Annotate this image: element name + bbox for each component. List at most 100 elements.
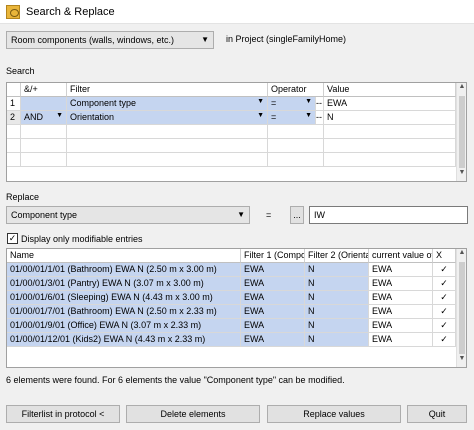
results-row-6-filter2: N: [305, 333, 369, 347]
replace-section-label: Replace: [6, 192, 40, 202]
empty-cell: [7, 125, 21, 139]
results-row-4-check[interactable]: ✓: [433, 305, 456, 319]
search-row-2-filter[interactable]: Orientation ▼: [67, 111, 268, 125]
results-row-5-name[interactable]: 01/00/01/9/01 (Office) EWA N (3.07 m x 2…: [7, 319, 241, 333]
results-row-3-name[interactable]: 01/00/01/6/01 (Sleeping) EWA N (4.43 m x…: [7, 291, 241, 305]
search-row-2-filter-text: Orientation: [70, 112, 115, 122]
chevron-down-icon: ▼: [201, 35, 209, 44]
results-row-6-name[interactable]: 01/00/01/12/01 (Kids2) EWA N (4.43 m x 2…: [7, 333, 241, 347]
results-row-1-name[interactable]: 01/00/01/1/01 (Bathroom) EWA N (2.50 m x…: [7, 263, 241, 277]
search-row-2-operator-text: =: [271, 112, 277, 122]
results-row-4-name[interactable]: 01/00/01/7/01 (Bathroom) EWA N (2.50 m x…: [7, 305, 241, 319]
results-grid: Name Filter 1 (Compon Filter 2 (Orientat…: [6, 248, 467, 368]
search-col-filter: Filter: [67, 83, 268, 97]
replace-equals-label: =: [266, 210, 272, 220]
results-col-current: current value of: [369, 249, 433, 263]
search-row-1-filter[interactable]: Component type ▼: [67, 97, 268, 111]
results-row-5-current: EWA: [369, 319, 433, 333]
search-row-1-operator-text: =: [271, 98, 277, 108]
results-row-1-filter2: N: [305, 263, 369, 277]
results-row-2-name[interactable]: 01/00/01/3/01 (Pantry) EWA N (3.07 m x 3…: [7, 277, 241, 291]
empty-cell: [268, 139, 324, 153]
scroll-thumb[interactable]: [459, 262, 465, 354]
search-col-andor: &/+: [21, 83, 67, 97]
search-row-2-dash: --: [316, 111, 324, 125]
empty-cell: [7, 153, 21, 167]
modifiable-only-checkbox[interactable]: ✓: [7, 233, 18, 244]
replace-values-button[interactable]: Replace values: [267, 405, 401, 423]
modifiable-only-label: Display only modifiable entries: [21, 234, 143, 244]
search-grid-scrollbar[interactable]: ▲ ▼: [456, 83, 466, 181]
component-category-value: Room components (walls, windows, etc.): [11, 35, 175, 45]
results-row-4-current: EWA: [369, 305, 433, 319]
empty-cell: [324, 139, 456, 153]
search-row-1-value[interactable]: EWA: [324, 97, 456, 111]
search-row-2-andor-text: AND: [24, 112, 44, 122]
scroll-down-icon[interactable]: ▼: [457, 169, 466, 181]
window-title: Search & Replace: [26, 6, 115, 18]
status-message: 6 elements were found. For 6 elements th…: [6, 375, 345, 385]
browse-value-button[interactable]: ...: [290, 206, 304, 224]
empty-cell: [324, 125, 456, 139]
quit-button[interactable]: Quit: [407, 405, 467, 423]
search-row-2-andor[interactable]: AND ▼: [21, 111, 67, 125]
results-row-1-check[interactable]: ✓: [433, 263, 456, 277]
search-col-rownum: [7, 83, 21, 97]
results-row-5-filter1: EWA: [241, 319, 305, 333]
empty-cell: [324, 153, 456, 167]
scroll-up-icon[interactable]: ▲: [457, 249, 466, 261]
results-row-5-filter2: N: [305, 319, 369, 333]
empty-cell: [67, 153, 268, 167]
scroll-thumb[interactable]: [459, 96, 465, 168]
delete-elements-button[interactable]: Delete elements: [126, 405, 260, 423]
scope-label: in Project (singleFamilyHome): [226, 34, 347, 44]
empty-cell: [67, 125, 268, 139]
filterlist-protocol-button[interactable]: Filterlist in protocol <: [6, 405, 120, 423]
replace-value-input[interactable]: IW: [309, 206, 468, 224]
component-category-select[interactable]: Room components (walls, windows, etc.) ▼: [6, 31, 214, 49]
results-col-filter2: Filter 2 (Orientat: [305, 249, 369, 263]
search-row-2-num: 2: [7, 111, 21, 125]
search-row-1-num: 1: [7, 97, 21, 111]
search-row-2-operator[interactable]: = ▼: [268, 111, 316, 125]
scroll-down-icon[interactable]: ▼: [457, 355, 466, 367]
results-row-6-filter1: EWA: [241, 333, 305, 347]
empty-cell: [21, 125, 67, 139]
results-col-x: X: [433, 249, 456, 263]
search-row-2-value[interactable]: N: [324, 111, 456, 125]
search-col-value: Value: [324, 83, 456, 97]
replace-field-select[interactable]: Component type ▼: [6, 206, 250, 224]
results-col-filter1: Filter 1 (Compon: [241, 249, 305, 263]
empty-cell: [21, 139, 67, 153]
search-col-operator: Operator: [268, 83, 324, 97]
results-col-name: Name: [7, 249, 241, 263]
empty-cell: [7, 139, 21, 153]
search-section-label: Search: [6, 66, 35, 76]
results-row-2-check[interactable]: ✓: [433, 277, 456, 291]
title-bar: Search & Replace: [0, 0, 474, 24]
results-row-3-filter1: EWA: [241, 291, 305, 305]
results-row-3-check[interactable]: ✓: [433, 291, 456, 305]
results-row-4-filter1: EWA: [241, 305, 305, 319]
search-row-1-operator[interactable]: = ▼: [268, 97, 316, 111]
chevron-down-icon: ▼: [237, 210, 245, 219]
results-row-5-check[interactable]: ✓: [433, 319, 456, 333]
results-row-6-current: EWA: [369, 333, 433, 347]
results-row-1-filter1: EWA: [241, 263, 305, 277]
results-row-2-current: EWA: [369, 277, 433, 291]
search-row-1-dash: --: [316, 97, 324, 111]
results-row-1-current: EWA: [369, 263, 433, 277]
results-row-2-filter1: EWA: [241, 277, 305, 291]
results-row-4-filter2: N: [305, 305, 369, 319]
chevron-down-icon: ▼: [305, 98, 312, 105]
empty-cell: [268, 153, 324, 167]
empty-cell: [268, 125, 324, 139]
chevron-down-icon: ▼: [305, 112, 312, 119]
results-row-3-filter2: N: [305, 291, 369, 305]
search-row-1-andor[interactable]: [21, 97, 67, 111]
scroll-up-icon[interactable]: ▲: [457, 83, 466, 95]
results-row-6-check[interactable]: ✓: [433, 333, 456, 347]
results-grid-scrollbar[interactable]: ▲ ▼: [456, 249, 466, 367]
replace-field-value: Component type: [11, 210, 78, 220]
search-replace-app-icon: [6, 5, 20, 19]
